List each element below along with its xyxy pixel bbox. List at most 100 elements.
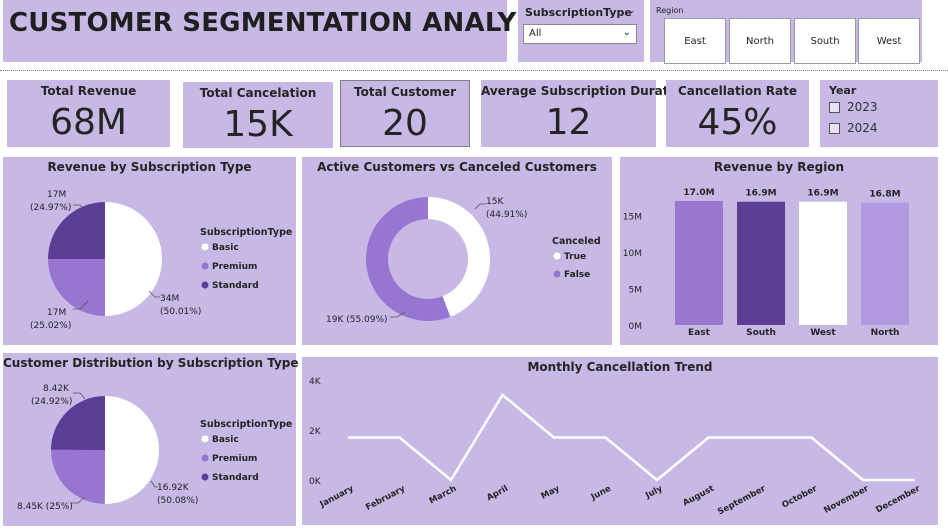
y-tick-label: 5M [629, 286, 643, 296]
year-slicer: Year 2023 2024 [820, 80, 938, 147]
x-tick-label: January [318, 484, 356, 511]
year-option-label: 2023 [847, 100, 878, 114]
title-banner: CUSTOMER SEGMENTATION ANALYSIS [3, 0, 564, 62]
y-tick-label: 2K [309, 427, 322, 437]
legend-item-true[interactable]: True [564, 252, 586, 262]
kpi-value: 20 [382, 103, 428, 144]
selection-outline [0, 70, 948, 71]
subscription-type-slicer: SubscriptionType ⌄ All ⌄ [518, 0, 644, 62]
slice-label: 15K [486, 197, 504, 207]
subscription-type-dropdown[interactable]: All ⌄ [523, 24, 637, 44]
kpi-value: 15K [223, 104, 293, 145]
revenue-by-subscription-chart: Revenue by Subscription Type 17M (24.97%… [3, 157, 296, 345]
year-slicer-label: Year [829, 84, 857, 97]
bar-data-label: 17.0M [683, 188, 714, 198]
active-vs-canceled-chart: Active Customers vs Canceled Customers 1… [302, 157, 612, 345]
bar-data-label: 16.9M [745, 189, 776, 199]
checkbox-icon[interactable] [829, 122, 840, 134]
year-option-2023[interactable]: 2023 [829, 100, 878, 114]
x-tick-label: September [716, 483, 768, 517]
line-chart-monthly: 0K 2K 4K January February March April May June Ju… [309, 377, 923, 517]
bar-data-label: 16.8M [869, 189, 900, 199]
slice-label: 16.92K [157, 483, 190, 493]
slice-label: 8.42K [43, 384, 70, 394]
kpi-card-total-cancelation: Total Cancelation 15K [183, 82, 333, 148]
x-tick-label: North [871, 328, 900, 338]
leader-line [474, 203, 486, 210]
subscription-slicer-label: SubscriptionType [525, 6, 632, 19]
x-tick-label: East [688, 328, 711, 338]
page-title: CUSTOMER SEGMENTATION ANALYSIS [9, 8, 565, 38]
legend-item-basic[interactable]: Basic [212, 243, 239, 253]
bar-south[interactable] [737, 201, 785, 325]
region-slicer-label: Region [656, 6, 684, 15]
legend-item-basic[interactable]: Basic [212, 435, 239, 445]
pie-slice-basic[interactable] [104, 396, 159, 504]
kpi-title: Average Subscription Duration [481, 84, 690, 98]
pie-chart-customers: 8.42K (24.92%) 8.45K (25%) 16.92K (50.08… [17, 384, 292, 512]
legend-marker [201, 435, 209, 443]
legend-item-standard[interactable]: Standard [212, 281, 259, 291]
bar-north[interactable] [861, 202, 909, 325]
y-tick-label: 4K [309, 377, 322, 387]
pie-slice-basic[interactable] [105, 202, 162, 316]
year-option-2024[interactable]: 2024 [829, 121, 878, 135]
bar-data-label: 16.9M [807, 189, 838, 199]
kpi-value: 68M [50, 102, 127, 143]
slice-label-pct: (24.92%) [31, 397, 72, 407]
x-tick-label: August [681, 484, 716, 509]
legend-item-premium[interactable]: Premium [212, 454, 257, 464]
slice-label: 8.45K (25%) [17, 502, 73, 512]
legend-marker [201, 243, 209, 251]
legend-item-false[interactable]: False [564, 270, 590, 280]
legend-item-premium[interactable]: Premium [212, 262, 257, 272]
slice-label-pct: (44.91%) [486, 210, 527, 220]
region-button-north[interactable]: North [729, 18, 791, 64]
legend-marker [201, 262, 209, 270]
legend-title: SubscriptionType [200, 419, 292, 430]
x-tick-label: South [746, 328, 776, 338]
trend-line[interactable] [348, 393, 915, 482]
x-tick-label: June [589, 484, 613, 503]
donut-chart-canceled: 15K (44.91%) 19K (55.09%) Canceled True F… [326, 197, 601, 325]
region-button-south[interactable]: South [794, 18, 856, 64]
slice-label: 17M [47, 308, 66, 318]
kpi-title: Total Cancelation [199, 86, 317, 100]
legend-title: Canceled [552, 236, 601, 247]
pie-slice-premium[interactable] [50, 449, 105, 504]
x-tick-label: March [428, 484, 459, 507]
slice-label-pct: (50.01%) [160, 307, 201, 317]
x-tick-label: December [874, 483, 922, 515]
leader-line [73, 392, 86, 400]
dropdown-value: All [529, 28, 542, 39]
bar-west[interactable] [799, 201, 847, 325]
pie-chart-revenue: 17M (24.97%) 17M (25.02%) 34M (50.01%) S… [30, 190, 292, 331]
y-tick-label: 10M [623, 249, 642, 259]
x-tick-label: November [822, 483, 871, 515]
customer-distribution-chart: Customer Distribution by Subscription Ty… [3, 353, 299, 526]
legend-item-standard[interactable]: Standard [212, 473, 259, 483]
region-slicer: Region East North South West [650, 0, 922, 64]
checkbox-icon[interactable] [829, 101, 840, 113]
legend-marker [201, 454, 209, 462]
kpi-value: 12 [545, 102, 592, 143]
bar-east[interactable] [675, 201, 723, 325]
revenue-by-region-chart: Revenue by Region 0M 5M 10M 15M 17.0M East 16.… [620, 157, 938, 345]
slicer-collapse-icon[interactable]: ⌄ [628, 5, 636, 16]
slice-label: 17M [47, 190, 66, 200]
legend-marker [553, 270, 561, 278]
y-tick-label: 15M [623, 213, 642, 223]
bar-chart-region: 0M 5M 10M 15M 17.0M East 16.9M South 16.9M West 16… [623, 188, 909, 338]
x-tick-label: October [780, 483, 819, 510]
kpi-card-average-subscription-duration: Average Subscription Duration 12 [481, 80, 690, 147]
kpi-card-total-revenue: Total Revenue 68M [7, 80, 170, 147]
y-tick-label: 0M [629, 322, 643, 332]
x-tick-label: West [810, 328, 836, 338]
kpi-title: Total Revenue [40, 84, 137, 98]
legend-marker [553, 252, 561, 260]
x-tick-label: July [643, 484, 665, 502]
region-button-east[interactable]: East [664, 18, 726, 64]
region-button-west[interactable]: West [858, 18, 920, 64]
legend-title: SubscriptionType [200, 227, 292, 238]
slice-label-pct: (25.02%) [30, 321, 71, 331]
